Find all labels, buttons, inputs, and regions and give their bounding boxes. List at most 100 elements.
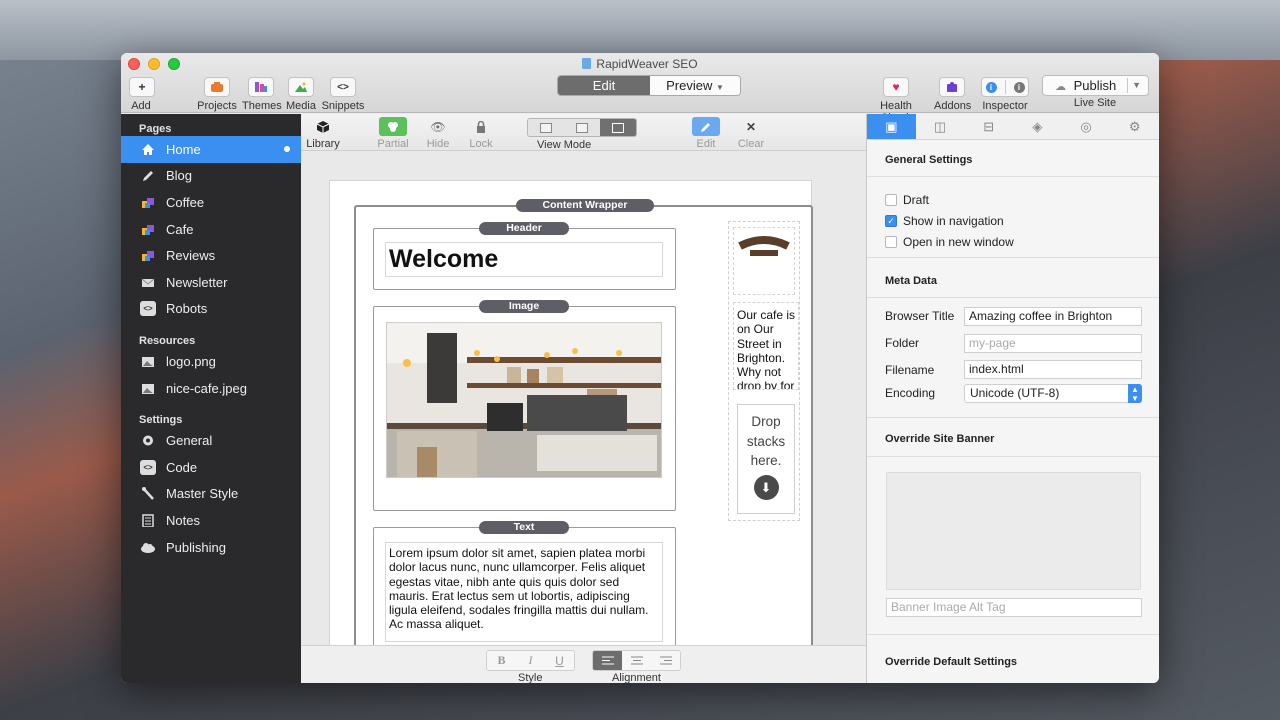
media-label: Media bbox=[286, 100, 316, 112]
cloud-icon bbox=[140, 540, 156, 555]
sidebar-item-notes[interactable]: Notes bbox=[121, 507, 301, 534]
addons-label: Addons bbox=[934, 100, 972, 112]
style-label: Style bbox=[518, 672, 543, 683]
banner-alt-tag-field[interactable]: Banner Image Alt Tag bbox=[886, 598, 1142, 617]
pencil-icon bbox=[692, 117, 720, 136]
sidebar-column[interactable]: Our cafe is on Our Street in Brighton. W… bbox=[728, 221, 800, 521]
media-icon bbox=[288, 77, 314, 97]
inspector-button[interactable]: i i Inspector bbox=[980, 77, 1030, 112]
filename-field[interactable]: index.html bbox=[964, 360, 1142, 379]
resources-heading: Resources bbox=[139, 335, 196, 348]
clear-label: Clear bbox=[737, 138, 765, 150]
tab-general-icon[interactable]: ▣ bbox=[867, 114, 916, 139]
sidebar-item-cafe[interactable]: Cafe bbox=[121, 216, 301, 243]
sidebar-item-coffee[interactable]: Coffee bbox=[121, 189, 301, 216]
side-text[interactable]: Our cafe is on Our Street in Brighton. W… bbox=[733, 302, 799, 390]
view-mode-3-button[interactable] bbox=[600, 119, 636, 136]
sidebar-item-newsletter[interactable]: Newsletter bbox=[121, 269, 301, 296]
view-mode-label: View Mode bbox=[537, 139, 592, 151]
draft-checkbox[interactable]: Draft bbox=[885, 193, 929, 207]
addons-button[interactable]: Addons bbox=[934, 77, 972, 112]
sidebar-item-logo-png[interactable]: logo.png bbox=[121, 348, 301, 375]
info-alt-icon: i bbox=[1013, 81, 1025, 93]
text-stack[interactable]: Text Lorem ipsum dolor sit amet, sapien … bbox=[373, 521, 676, 645]
sidebar-item-reviews[interactable]: Reviews bbox=[121, 242, 301, 269]
banner-image-well[interactable] bbox=[886, 472, 1141, 590]
add-button[interactable]: + Add bbox=[129, 77, 155, 112]
sidebar-item-master-style[interactable]: Master Style bbox=[121, 481, 301, 508]
checkmark-icon: ✓ bbox=[885, 215, 897, 227]
view-mode-1-button[interactable] bbox=[528, 119, 564, 136]
publish-label: Publish bbox=[1073, 78, 1117, 93]
cafe-photo[interactable] bbox=[386, 322, 662, 478]
lock-button[interactable]: Lock bbox=[466, 117, 496, 150]
open-in-new-window-checkbox[interactable]: Open in new window bbox=[885, 235, 1014, 249]
sidebar-item-blog[interactable]: Blog bbox=[121, 163, 301, 190]
logo-image[interactable] bbox=[733, 227, 795, 295]
clear-button[interactable]: ✕ Clear bbox=[736, 117, 766, 151]
chevron-down-icon: ▼ bbox=[715, 83, 724, 92]
sidebar-item-label: Notes bbox=[166, 512, 200, 528]
app-window: RapidWeaver SEO + Add Projects Themes Me… bbox=[121, 53, 1159, 683]
pages-heading: Pages bbox=[139, 123, 172, 135]
edit-mode-button[interactable]: Edit bbox=[558, 76, 650, 95]
view-mode-2-button[interactable] bbox=[564, 119, 600, 136]
preview-mode-button[interactable]: Preview ▼ bbox=[650, 76, 740, 95]
partial-button[interactable]: Partial bbox=[376, 117, 410, 150]
publish-button[interactable]: ☁ Publish ▼ bbox=[1042, 75, 1149, 96]
body-text[interactable]: Lorem ipsum dolor sit amet, sapien plate… bbox=[385, 542, 663, 642]
bold-button[interactable]: B bbox=[487, 651, 516, 670]
home-icon bbox=[140, 142, 156, 157]
encoding-select[interactable]: Unicode (UTF-8) ▲ ▼ bbox=[964, 384, 1142, 403]
style-group: B I U bbox=[486, 650, 575, 671]
tab-layout-icon[interactable]: ◫ bbox=[916, 114, 965, 139]
sidebar-item-general[interactable]: General bbox=[121, 427, 301, 454]
inspector-panel: ▣ ◫ ⊟ ◈ ◎ ⚙ General Settings Draft ✓ Show… bbox=[866, 114, 1159, 683]
align-center-button[interactable] bbox=[622, 651, 651, 670]
folder-field[interactable]: my-page bbox=[964, 334, 1142, 353]
checkbox-box bbox=[885, 236, 897, 248]
media-button[interactable]: Media bbox=[286, 77, 316, 112]
header-stack[interactable]: Header Welcome bbox=[373, 222, 676, 290]
window-title-text: RapidWeaver SEO bbox=[596, 57, 698, 71]
themes-button[interactable]: Themes bbox=[242, 77, 282, 112]
show-in-navigation-checkbox[interactable]: ✓ Show in navigation bbox=[885, 214, 1004, 228]
sidebar-item-robots[interactable]: <> Robots bbox=[121, 296, 301, 323]
partial-icon bbox=[379, 117, 407, 136]
tab-target-icon[interactable]: ◎ bbox=[1062, 114, 1111, 139]
eye-icon: 👁 bbox=[430, 119, 446, 134]
sidebar-item-nice-cafe-jpeg[interactable]: nice-cafe.jpeg bbox=[121, 375, 301, 402]
notes-icon bbox=[140, 513, 156, 528]
override-site-banner-heading: Override Site Banner bbox=[885, 433, 995, 445]
sidebar-item-publishing[interactable]: Publishing bbox=[121, 534, 301, 561]
sidebar-item-home[interactable]: Home bbox=[121, 136, 301, 163]
header-text[interactable]: Welcome bbox=[385, 242, 663, 277]
tab-settings-icon[interactable]: ⚙ bbox=[1110, 114, 1159, 139]
partial-label: Partial bbox=[377, 138, 409, 150]
stacks-icon bbox=[140, 222, 156, 237]
library-button[interactable]: Library bbox=[306, 117, 340, 150]
draft-label: Draft bbox=[903, 193, 930, 207]
snippets-button[interactable]: <> Snippets bbox=[321, 77, 365, 112]
browser-title-field[interactable]: Amazing coffee in Brighton bbox=[964, 307, 1142, 326]
align-right-button[interactable] bbox=[651, 651, 680, 670]
drop-stacks-zone[interactable]: Drop stacks here. ⬇ bbox=[737, 404, 795, 514]
code-icon: <> bbox=[140, 301, 156, 317]
image-stack[interactable]: Image bbox=[373, 300, 676, 511]
folder-label: Folder bbox=[885, 336, 920, 350]
tab-header-icon[interactable]: ⊟ bbox=[964, 114, 1013, 139]
underline-button[interactable]: U bbox=[545, 651, 574, 670]
editor-toolbar: Library Partial 👁 Hide Lock View Mode Ed… bbox=[301, 114, 866, 151]
projects-button[interactable]: Projects bbox=[197, 77, 237, 112]
sidebar-item-code[interactable]: <> Code bbox=[121, 454, 301, 481]
hide-button[interactable]: 👁 Hide bbox=[423, 117, 453, 151]
content-wrapper[interactable]: Content Wrapper Header Welcome Image Tex… bbox=[354, 199, 813, 645]
editor-canvas: Content Wrapper Header Welcome Image Tex… bbox=[301, 152, 866, 645]
sidebar-item-label: General bbox=[166, 433, 213, 449]
align-left-button[interactable] bbox=[593, 651, 622, 670]
edit-stack-button[interactable]: Edit bbox=[691, 117, 721, 150]
image-label: Image bbox=[479, 300, 569, 313]
italic-button[interactable]: I bbox=[516, 651, 545, 670]
tab-tag-icon[interactable]: ◈ bbox=[1013, 114, 1062, 139]
publish-menu-chevron-icon[interactable]: ▼ bbox=[1132, 76, 1141, 95]
